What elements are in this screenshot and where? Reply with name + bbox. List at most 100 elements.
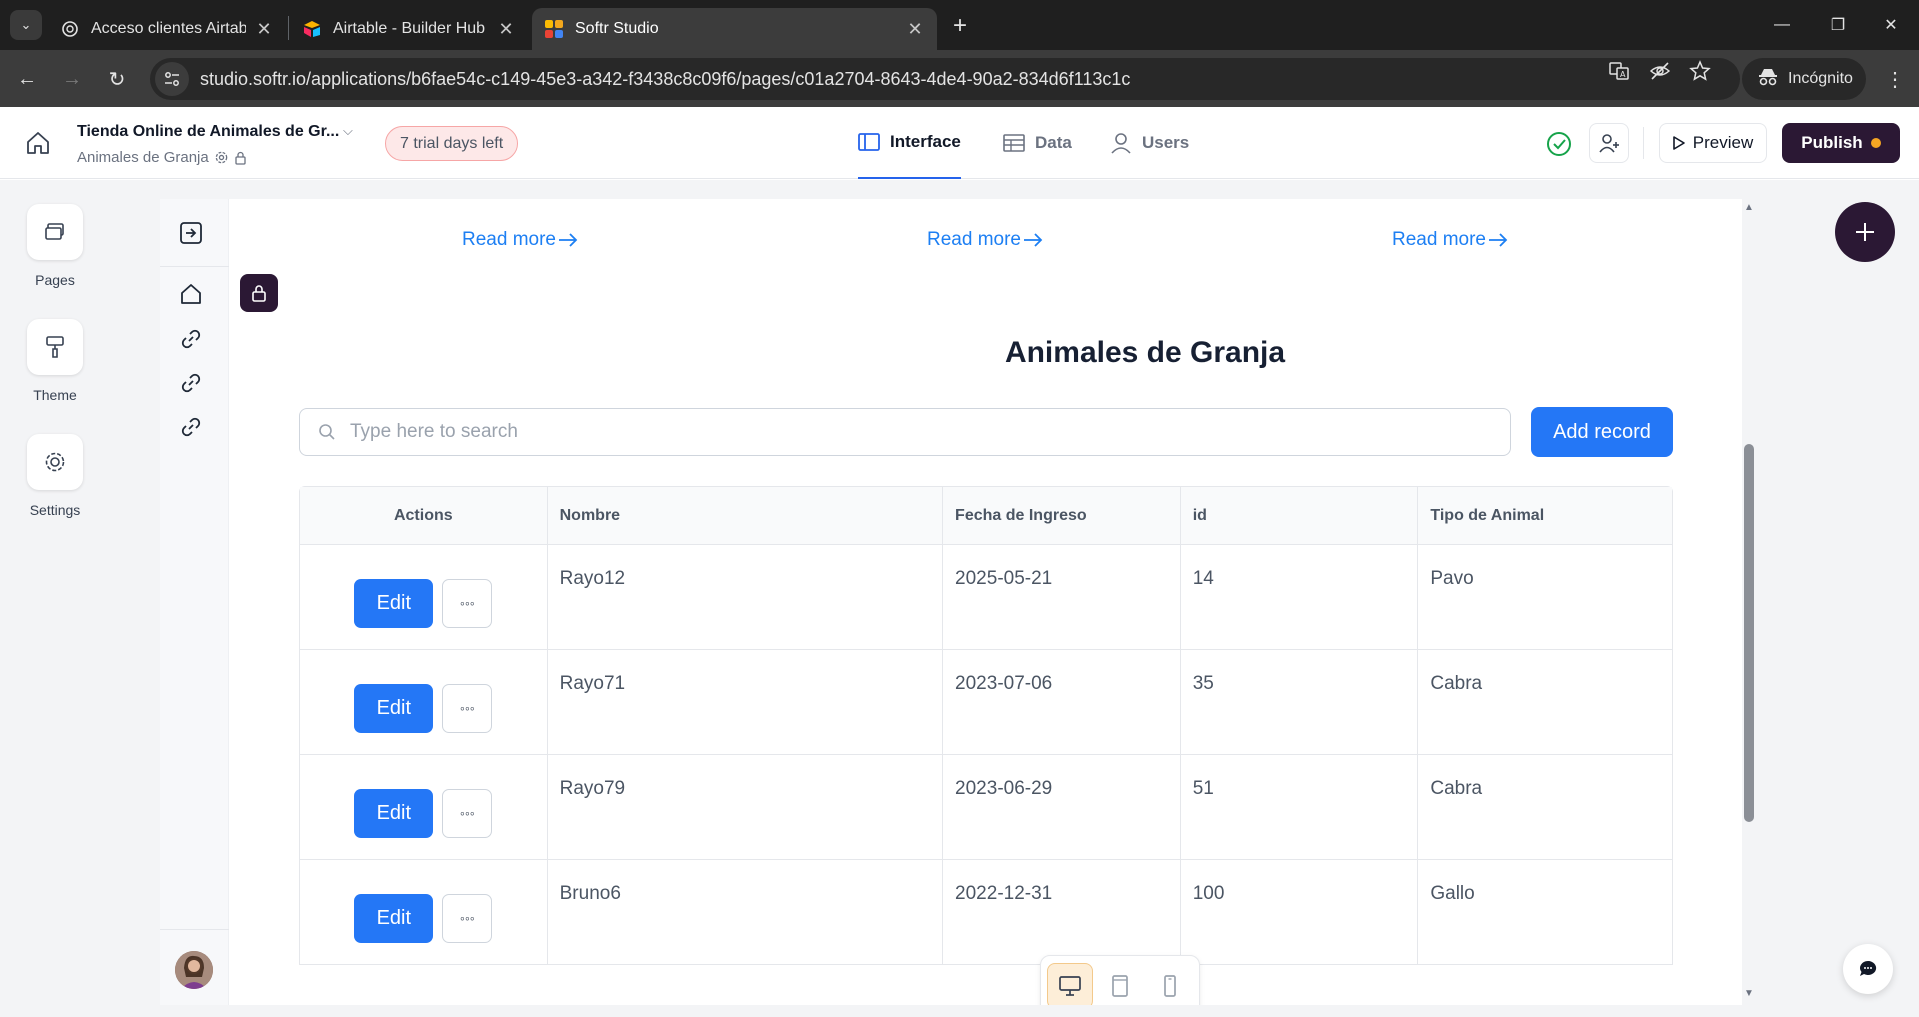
- tablet-icon: [1112, 975, 1128, 997]
- avatar[interactable]: [175, 951, 213, 989]
- paint-roller-icon: [46, 336, 64, 358]
- gear-icon[interactable]: [214, 150, 229, 165]
- sidebar-link-icon[interactable]: [178, 326, 204, 352]
- tab-search-button[interactable]: ⌄: [10, 10, 42, 40]
- collapse-sidebar-icon[interactable]: [178, 220, 204, 246]
- new-tab-button[interactable]: +: [945, 12, 975, 40]
- support-chat-button[interactable]: [1843, 944, 1893, 994]
- canvas-scrollbar-thumb[interactable]: [1744, 444, 1754, 822]
- edit-button[interactable]: Edit: [354, 578, 434, 628]
- close-tab-icon[interactable]: ✕: [254, 19, 274, 40]
- page-canvas: Read more Read more Read more Animales d…: [160, 199, 1742, 1005]
- table-row[interactable]: Edit ◦◦◦ Bruno6 2022-12-31 100 Gallo: [300, 860, 1672, 965]
- publish-button[interactable]: Publish: [1782, 123, 1900, 163]
- studio-workspace: Pages Theme Settings Read more Read more…: [0, 180, 1919, 1017]
- header-divider: [1643, 127, 1644, 159]
- table-row[interactable]: Edit ◦◦◦ Rayo12 2025-05-21 14 Pavo: [300, 545, 1672, 650]
- tab-data[interactable]: Data: [1003, 107, 1072, 179]
- column-header[interactable]: Nombre: [548, 487, 944, 544]
- browser-tab-2[interactable]: Airtable - Builder Hub ✕: [290, 8, 528, 50]
- incognito-indicator[interactable]: Incógnito: [1742, 58, 1866, 100]
- trial-badge[interactable]: 7 trial days left: [385, 126, 519, 161]
- site-settings-icon[interactable]: [155, 62, 189, 96]
- tab-users[interactable]: Users: [1110, 107, 1189, 179]
- sidebar-home-icon[interactable]: [178, 281, 204, 307]
- tab-title: Softr Studio: [575, 20, 659, 37]
- publish-label: Publish: [1801, 133, 1863, 152]
- column-header[interactable]: Fecha de Ingreso: [943, 487, 1181, 544]
- left-nav-theme[interactable]: Theme: [0, 319, 110, 403]
- nombre-cell: Rayo79: [548, 755, 944, 859]
- close-tab-icon[interactable]: ✕: [496, 19, 516, 40]
- forward-button[interactable]: →: [57, 64, 87, 94]
- translate-icon[interactable]: A: [1607, 59, 1631, 83]
- user-plus-icon: [1599, 134, 1619, 153]
- chevron-down-icon[interactable]: ⌵: [343, 123, 353, 139]
- add-record-button[interactable]: Add record: [1531, 407, 1673, 457]
- close-tab-icon[interactable]: ✕: [905, 19, 925, 40]
- tab-interface[interactable]: Interface: [858, 107, 961, 179]
- mobile-mode-button[interactable]: [1147, 963, 1193, 1005]
- search-icon: [319, 424, 335, 440]
- more-horizontal-icon: ◦◦◦: [459, 700, 475, 716]
- eye-off-icon[interactable]: [1648, 59, 1672, 83]
- block-visibility-lock-button[interactable]: [240, 274, 278, 312]
- table-row[interactable]: Edit ◦◦◦ Rayo79 2023-06-29 51 Cabra: [300, 755, 1672, 860]
- scroll-up-arrow[interactable]: ▲: [1742, 202, 1756, 214]
- add-block-button[interactable]: [1835, 202, 1895, 262]
- fecha-cell: 2023-06-29: [943, 755, 1181, 859]
- tablet-mode-button[interactable]: [1097, 963, 1143, 1005]
- pages-button[interactable]: [27, 204, 83, 260]
- minimize-button[interactable]: ―: [1754, 0, 1810, 50]
- more-actions-button[interactable]: ◦◦◦: [442, 683, 493, 733]
- left-nav-settings[interactable]: Settings: [0, 434, 110, 518]
- browser-tab-1[interactable]: Acceso clientes Airtable pedido ✕: [48, 8, 286, 50]
- invite-user-button[interactable]: [1589, 123, 1629, 163]
- more-actions-button[interactable]: ◦◦◦: [442, 893, 493, 943]
- lock-icon[interactable]: [234, 151, 247, 165]
- column-header[interactable]: id: [1181, 487, 1419, 544]
- edit-button[interactable]: Edit: [354, 683, 434, 733]
- table-row[interactable]: Edit ◦◦◦ Rayo71 2023-07-06 35 Cabra: [300, 650, 1672, 755]
- settings-button[interactable]: [27, 434, 83, 490]
- close-window-button[interactable]: ✕: [1863, 0, 1919, 50]
- desktop-mode-button[interactable]: [1047, 963, 1093, 1005]
- home-button[interactable]: [22, 127, 54, 159]
- sidebar-link-icon[interactable]: [178, 414, 204, 440]
- nombre-cell: Rayo12: [548, 545, 944, 649]
- actions-cell: Edit ◦◦◦: [300, 545, 548, 649]
- back-button[interactable]: ←: [12, 64, 42, 94]
- theme-button[interactable]: [27, 319, 83, 375]
- edit-button[interactable]: Edit: [354, 788, 434, 838]
- sidebar-link-icon[interactable]: [178, 370, 204, 396]
- browser-menu-button[interactable]: ⋮: [1880, 64, 1910, 94]
- bookmark-star-icon[interactable]: [1688, 59, 1712, 83]
- column-header[interactable]: Tipo de Animal: [1418, 487, 1672, 544]
- edit-button[interactable]: Edit: [354, 893, 434, 943]
- preview-button[interactable]: Preview: [1659, 123, 1767, 163]
- read-more-link[interactable]: Read more: [1392, 229, 1508, 251]
- theme-label: Theme: [33, 387, 77, 403]
- tab-users-label: Users: [1142, 133, 1190, 152]
- airtable-favicon-icon: [302, 19, 322, 39]
- restore-button[interactable]: ❐: [1810, 0, 1866, 50]
- left-nav-pages[interactable]: Pages: [0, 204, 110, 288]
- url-text: studio.softr.io/applications/b6fae54c-c1…: [200, 68, 1131, 89]
- more-actions-button[interactable]: ◦◦◦: [442, 788, 493, 838]
- saved-check-icon: [1547, 132, 1571, 156]
- tab-interface-label: Interface: [890, 132, 961, 151]
- tipo-cell: Cabra: [1430, 778, 1483, 799]
- search-input[interactable]: Type here to search: [299, 408, 1511, 456]
- browser-toolbar: ← → ↻ studio.softr.io/applications/b6fae…: [0, 50, 1919, 107]
- column-header[interactable]: Actions: [300, 487, 548, 544]
- read-more-link[interactable]: Read more: [462, 229, 578, 251]
- reload-button[interactable]: ↻: [102, 64, 132, 94]
- app-name[interactable]: Tienda Online de Animales de Gr...: [77, 123, 339, 141]
- table-header: Actions Nombre Fecha de Ingreso id Tipo …: [300, 487, 1672, 545]
- read-more-link[interactable]: Read more: [927, 229, 1043, 251]
- scroll-down-arrow[interactable]: ▼: [1742, 988, 1756, 1000]
- address-bar[interactable]: studio.softr.io/applications/b6fae54c-c1…: [150, 58, 1740, 100]
- more-actions-button[interactable]: ◦◦◦: [442, 578, 493, 628]
- browser-tab-3[interactable]: Softr Studio ✕: [532, 8, 937, 50]
- read-more-label: Read more: [1392, 229, 1486, 250]
